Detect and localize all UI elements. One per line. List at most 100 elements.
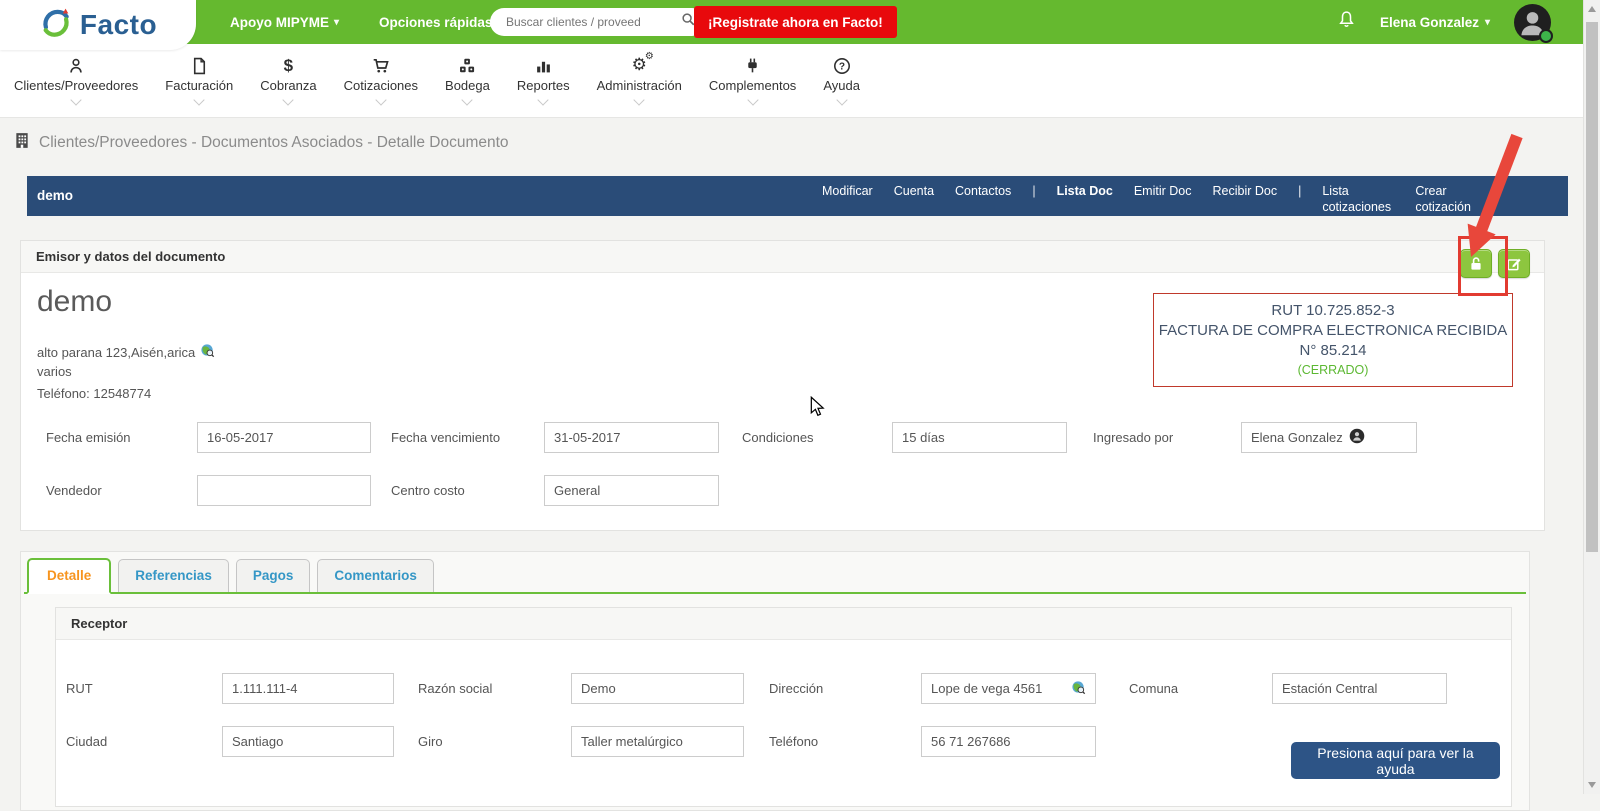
field-label-fecha-vencimiento: Fecha vencimiento [391, 430, 501, 445]
cart-icon [372, 55, 390, 76]
facto-logo-icon [39, 6, 73, 45]
direccion-field[interactable]: Lope de vega 4561 [921, 673, 1096, 704]
action-lista-doc[interactable]: Lista Doc [1057, 183, 1113, 199]
register-button[interactable]: ¡Registrate ahora en Facto! [694, 6, 897, 38]
scroll-up-icon[interactable] [1588, 6, 1596, 12]
nav-complementos[interactable]: Complementos [708, 55, 797, 106]
action-emitir-doc[interactable]: Emitir Doc [1134, 183, 1192, 199]
doc-type: FACTURA DE COMPRA ELECTRONICA RECIBIDA [1158, 322, 1508, 339]
svg-text:?: ? [839, 61, 845, 72]
nav-label: Facturación [165, 78, 234, 93]
module-nav: Clientes/Proveedores Facturación $ Cobra… [0, 44, 1583, 118]
telefono-input[interactable] [921, 726, 1096, 757]
tab-comentarios[interactable]: Comentarios [317, 559, 434, 592]
action-recibir-doc[interactable]: Recibir Doc [1212, 183, 1277, 199]
scroll-down-icon[interactable] [1588, 782, 1596, 788]
chevron-down-icon [537, 94, 549, 106]
search-input[interactable] [504, 14, 681, 30]
mouse-cursor [810, 396, 825, 417]
chevron-down-icon [461, 94, 474, 106]
field-label-giro: Giro [418, 734, 443, 749]
receptor-panel-title: Receptor [71, 616, 128, 631]
nav-facturacion[interactable]: Facturación [165, 55, 234, 106]
user-menu[interactable]: Elena Gonzalez ▾ [1380, 15, 1490, 30]
map-search-icon[interactable] [200, 343, 215, 361]
company-phone: Teléfono: 12548774 [37, 386, 152, 401]
breadcrumb: Clientes/Proveedores - Documentos Asocia… [14, 132, 509, 154]
chevron-down-icon [835, 94, 848, 106]
bell-icon[interactable] [1337, 10, 1356, 35]
field-label-ciudad: Ciudad [66, 734, 108, 749]
nav-clientes-proveedores[interactable]: Clientes/Proveedores [14, 55, 138, 106]
tab-detalle[interactable]: Detalle [27, 558, 112, 594]
nav-bodega[interactable]: Bodega [445, 55, 490, 106]
edit-button[interactable] [1498, 249, 1530, 278]
nav-label: Bodega [445, 78, 490, 93]
user-name: Elena Gonzalez [1379, 14, 1479, 30]
action-lista-cotizaciones[interactable]: Lista cotizaciones [1322, 183, 1394, 215]
nav-label: Reportes [516, 78, 570, 93]
giro-input[interactable] [571, 726, 744, 757]
action-crear-cotizacion[interactable]: Crear cotización [1415, 183, 1487, 215]
ingresado-por-field[interactable]: Elena Gonzalez [1241, 422, 1417, 453]
field-label-direccion: Dirección [769, 681, 824, 696]
company-address: alto parana 123,Aisén,arica [37, 344, 196, 360]
menu-opciones-rapidas[interactable]: Opciones rápidas ▾ [379, 15, 502, 30]
breadcrumb-text: Clientes/Proveedores - Documentos Asocia… [39, 134, 509, 151]
nav-administracion[interactable]: ⚙ ⚙ Administración [597, 51, 682, 106]
centro-costo-input[interactable] [544, 475, 719, 506]
nav-cobranza[interactable]: $ Cobranza [260, 55, 317, 106]
direccion-value: Lope de vega 4561 [931, 681, 1043, 696]
company-line2: varios [37, 364, 72, 379]
nav-label: Ayuda [823, 78, 860, 93]
razon-social-input[interactable] [571, 673, 744, 704]
nav-label: Cotizaciones [343, 78, 419, 93]
plug-icon [744, 55, 761, 76]
fecha-vencimiento-input[interactable] [544, 422, 719, 453]
rut-input[interactable] [222, 673, 394, 704]
company-name: demo [37, 285, 113, 318]
building-icon [14, 132, 30, 154]
unlock-button[interactable] [1460, 249, 1492, 278]
field-label-comuna: Comuna [1129, 681, 1179, 696]
chevron-down-icon [70, 94, 82, 106]
ciudad-input[interactable] [222, 726, 394, 757]
chevron-down-icon [375, 94, 387, 106]
field-label-telefono: Teléfono [769, 734, 819, 749]
bar-chart-icon [535, 55, 552, 76]
fecha-emision-input[interactable] [197, 422, 371, 453]
question-icon: ? [833, 55, 851, 76]
vendedor-input[interactable] [197, 475, 371, 506]
map-search-icon[interactable] [1071, 680, 1086, 698]
edit-icon [1507, 258, 1521, 270]
action-contactos[interactable]: Contactos [955, 183, 1011, 199]
field-label-vendedor: Vendedor [46, 483, 102, 498]
tab-referencias[interactable]: Referencias [118, 559, 229, 592]
scrollbar-thumb[interactable] [1586, 22, 1598, 552]
help-button[interactable]: Presiona aquí para ver la ayuda [1291, 742, 1500, 779]
nav-cotizaciones[interactable]: Cotizaciones [343, 55, 419, 106]
users-icon [67, 55, 85, 76]
nav-reportes[interactable]: Reportes [516, 55, 570, 106]
action-modificar[interactable]: Modificar [822, 183, 873, 199]
tab-pagos[interactable]: Pagos [235, 559, 311, 592]
ingresado-por-value: Elena Gonzalez [1251, 430, 1343, 445]
field-label-fecha-emision: Fecha emisión [46, 430, 131, 445]
action-cuenta[interactable]: Cuenta [894, 183, 934, 199]
nav-label: Complementos [708, 78, 797, 93]
condiciones-input[interactable] [892, 422, 1067, 453]
field-label-condiciones: Condiciones [742, 430, 814, 445]
boxes-icon [458, 55, 476, 76]
user-avatar[interactable] [1514, 3, 1551, 41]
comuna-input[interactable] [1272, 673, 1447, 704]
page-scrollbar[interactable] [1583, 0, 1600, 794]
separator: | [1032, 184, 1036, 198]
menu-label: Apoyo MIPYME [230, 14, 330, 30]
caret-down-icon: ▾ [334, 16, 340, 28]
unlock-icon [1471, 256, 1481, 270]
nav-label: Cobranza [260, 78, 317, 93]
menu-apoyo-mipyme[interactable]: Apoyo MIPYME ▾ [230, 15, 339, 30]
gears-icon: ⚙ ⚙ [631, 51, 654, 75]
nav-ayuda[interactable]: ? Ayuda [823, 55, 860, 106]
logo[interactable]: Facto [0, 0, 196, 50]
